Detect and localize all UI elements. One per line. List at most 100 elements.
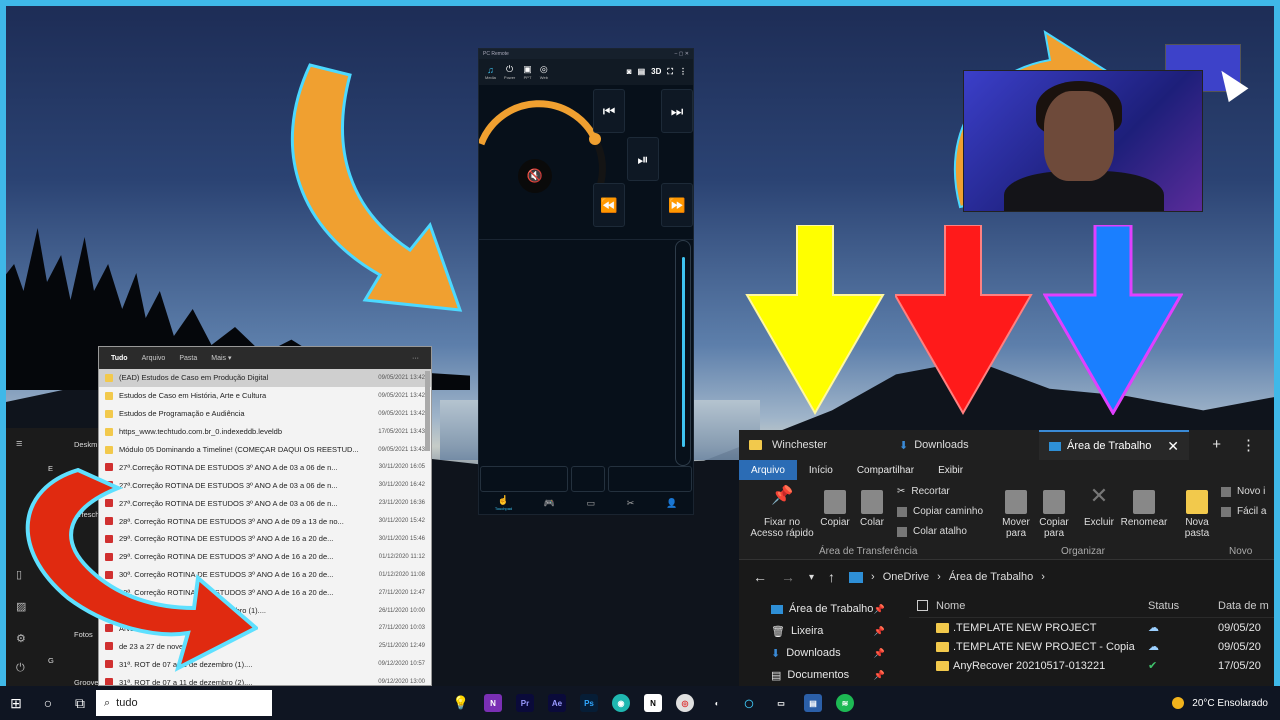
cortana-ring-icon[interactable]: ◯ [740, 694, 758, 712]
search-result-row[interactable]: 27ª.Correção ROTINA DE ESTUDOS 3º ANO A … [99, 476, 431, 494]
search-result-row[interactable]: 31ª. ROT de 07 a 11 de dezembro (1).... 0… [99, 655, 431, 673]
forward-icon[interactable]: → [781, 569, 795, 585]
chrome-icon[interactable]: ◎ [676, 694, 694, 712]
middle-click-button[interactable] [571, 466, 605, 492]
search-result-row[interactable]: 30ª. Correção ROTINA DE ESTUDOS 3º ANO A… [99, 584, 431, 602]
touchpad-tab[interactable]: ☝ Touchpad [495, 495, 512, 511]
explorer-icon[interactable]: ▤ [804, 694, 822, 712]
close-tab-icon[interactable]: ✕ [1167, 438, 1179, 455]
tool-power[interactable]: ⏻ Power [504, 64, 515, 80]
search-result-row[interactable]: (EAD) Estudos de Caso em Produção Digita… [99, 369, 431, 387]
search-result-row[interactable]: 31ª. ROT de 07 a 11 de dezembro (2).... 0… [99, 673, 431, 685]
weather-text[interactable]: 20°C Ensolarado [1192, 698, 1268, 709]
tab-winchester[interactable]: Winchester [739, 430, 889, 460]
start-item-erfesch[interactable]: Erfesch [74, 510, 99, 519]
windows-start-icon[interactable]: ⊞ [0, 695, 32, 712]
new-tab-icon[interactable]: + [1212, 436, 1221, 454]
delete-button[interactable]: ✕ Excluir [1081, 485, 1117, 529]
search-result-row[interactable]: ANO A de 23 a 27 de novembro (2).... 27/1… [99, 619, 431, 637]
next-track-button[interactable]: ⏭ [661, 89, 693, 133]
search-result-row[interactable]: 29ª. Correção ROTINA DE ESTUDOS 3º ANO A… [99, 530, 431, 548]
search-result-row[interactable]: 27ª.Correção ROTINA DE ESTUDOS 3º ANO A … [99, 494, 431, 512]
gamepad-icon[interactable]: 🎮 [544, 498, 555, 509]
window-icon[interactable]: ▭ [587, 498, 596, 509]
premiere-icon[interactable]: Pr [516, 694, 534, 712]
column-status[interactable]: Status [1148, 600, 1218, 612]
notion-icon[interactable]: N [644, 694, 662, 712]
play-pause-button[interactable]: ⏯ [627, 137, 659, 181]
obs-icon[interactable]: ◐ [708, 694, 726, 712]
copy-path-button[interactable]: Copiar caminho [897, 506, 983, 517]
taskbar-search-box[interactable]: ⌕ tudo [96, 690, 272, 716]
menu-arquivo[interactable]: Arquivo [739, 460, 797, 480]
tools-icon[interactable]: ✂ [627, 498, 635, 509]
tab-downloads[interactable]: ⬇ Downloads [889, 430, 1039, 460]
new-item-button[interactable]: Novo i [1221, 486, 1265, 497]
recent-chevron-icon[interactable]: ▾ [809, 572, 814, 583]
hamburger-icon[interactable]: ≡ [16, 438, 22, 450]
scroll-strip[interactable] [675, 240, 691, 466]
left-click-button[interactable] [480, 466, 568, 492]
app-icon[interactable]: ◉ [612, 694, 630, 712]
breadcrumb[interactable]: › OneDrive › Área de Trabalho › [849, 571, 1045, 583]
search-result-row[interactable]: https_www.techtudo.com.br_0.indexeddb.le… [99, 423, 431, 441]
column-date[interactable]: Data de m [1218, 600, 1269, 612]
search-result-row[interactable]: 29ª. Correção ROTINA DE ESTUDOS 3º ANO A… [99, 548, 431, 566]
fullscreen-icon[interactable]: ⛶ [667, 67, 673, 77]
right-click-button[interactable] [608, 466, 692, 492]
copy-to-button[interactable]: Copiar para [1037, 490, 1071, 539]
spotify-icon[interactable]: ≋ [836, 694, 854, 712]
breadcrumb-desktop[interactable]: Área de Trabalho [949, 571, 1033, 583]
window-controls[interactable]: – ▢ ✕ [675, 51, 689, 57]
up-icon[interactable]: ↑ [828, 569, 835, 585]
paste-button[interactable]: Colar [857, 490, 887, 528]
menu-compartilhar[interactable]: Compartilhar [845, 460, 926, 480]
document-icon[interactable]: ▯ [16, 568, 22, 581]
tab-mais[interactable]: Mais ▾ [211, 354, 231, 362]
menu-inicio[interactable]: Início [797, 460, 845, 480]
tips-icon[interactable]: 💡 [452, 694, 470, 712]
pin-button[interactable]: 📌 Fixar no Acesso rápido [747, 486, 817, 539]
back-icon[interactable]: ← [753, 569, 767, 585]
tool-media[interactable]: ♫ Media [485, 65, 496, 80]
rename-button[interactable]: Renomear [1119, 490, 1169, 528]
search-result-row[interactable]: Estudos de Programação e Audiência 09/05/… [99, 405, 431, 423]
search-result-row[interactable]: de 23 a 27 de novembro.pdf 25/11/2020 12:… [99, 637, 431, 655]
new-folder-button[interactable]: Nova pasta [1179, 490, 1215, 539]
tool-ppt[interactable]: ▣ PPT [523, 64, 532, 80]
cut-button[interactable]: ✂ Recortar [897, 486, 950, 497]
breadcrumb-onedrive[interactable]: OneDrive [883, 571, 929, 583]
tool-web[interactable]: ◎ Web [540, 64, 548, 80]
nav-downloads[interactable]: ⬇ Downloads 📌 [739, 642, 899, 664]
mute-icon[interactable]: 🔇 [518, 159, 552, 193]
previous-track-button[interactable]: ⏮ [593, 89, 625, 133]
photoshop-icon[interactable]: Ps [580, 694, 598, 712]
nav-lixeira[interactable]: 🗑 Lixeira 📌 [739, 620, 899, 642]
search-result-row[interactable]: OS 3º ANO A de 23 a 27 de novembro (1)..… [99, 602, 431, 620]
search-result-row[interactable]: 27ª.Correção ROTINA DE ESTUDOS 3º ANO A … [99, 458, 431, 476]
pictures-icon[interactable]: ▨ [16, 600, 26, 613]
cortana-icon[interactable]: ○ [32, 695, 64, 711]
touchpad-area[interactable] [479, 239, 693, 466]
easy-access-button[interactable]: Fácil a [1221, 506, 1266, 517]
tab-pasta[interactable]: Pasta [179, 355, 197, 362]
start-item-deskm[interactable]: Deskm [74, 440, 97, 449]
3d-button[interactable]: 3D [651, 67, 661, 77]
rewind-button[interactable]: ⏪ [593, 183, 625, 227]
after-effects-icon[interactable]: Ae [548, 694, 566, 712]
tab-tudo[interactable]: Tudo [111, 355, 128, 362]
more-icon[interactable]: ⋮ [679, 67, 687, 77]
search-result-row[interactable]: 28ª. Correção ROTINA DE ESTUDOS 3º ANO A… [99, 512, 431, 530]
select-all-checkbox[interactable] [917, 600, 928, 611]
remote-desktop-icon[interactable]: ▭ [772, 694, 790, 712]
search-result-row[interactable]: 30ª. Correção ROTINA DE ESTUDOS 3º ANO A… [99, 566, 431, 584]
file-row[interactable]: .TEMPLATE NEW PROJECT ☁ 09/05/20 [909, 618, 1274, 637]
nav-documentos[interactable]: ▤ Documentos 📌 [739, 664, 899, 686]
tab-arquivo[interactable]: Arquivo [142, 355, 166, 362]
column-name[interactable]: Nome [936, 600, 1148, 612]
user-icon[interactable]: 👤 [666, 498, 677, 509]
menu-exibir[interactable]: Exibir [926, 460, 975, 480]
start-item-fotos[interactable]: Fotos [74, 630, 93, 639]
search-result-row[interactable]: Estudos de Caso em História, Arte e Cult… [99, 387, 431, 405]
move-to-button[interactable]: Mover para [999, 490, 1033, 539]
